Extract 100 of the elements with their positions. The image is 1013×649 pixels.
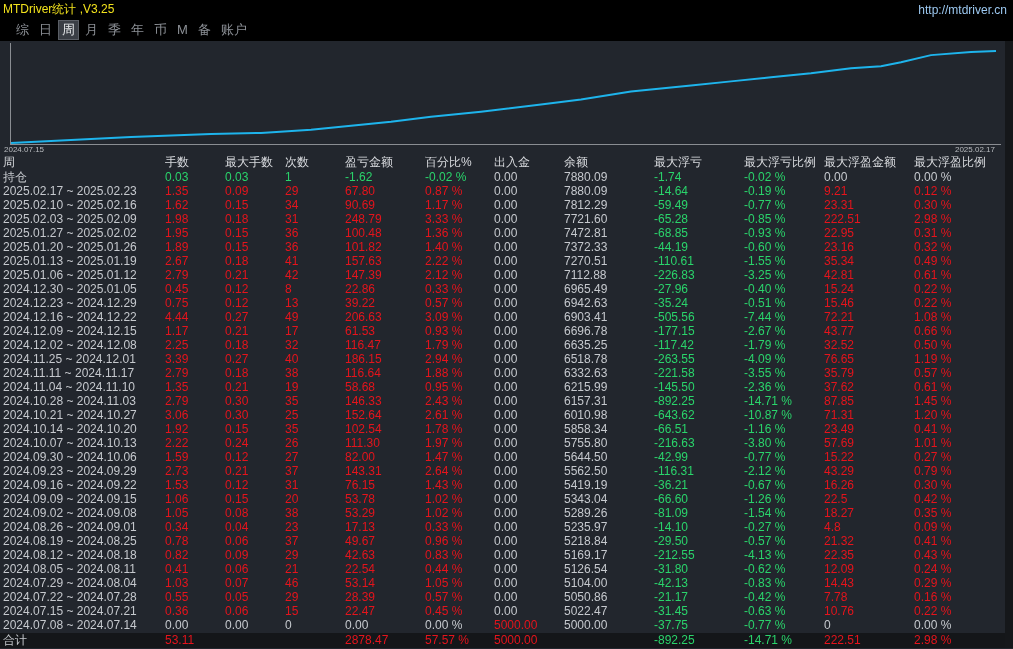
table-cell-text: 1.92	[165, 422, 190, 436]
table-cell-text: -1.26 %	[744, 492, 787, 506]
table-cell-text: -117.42	[654, 338, 695, 352]
table-cell-text: 2.98 %	[914, 212, 953, 226]
table-cell-text: -177.15	[654, 324, 696, 338]
table-cell-text: 0.00	[494, 436, 519, 450]
table-cell-text: 0.00	[494, 310, 519, 324]
row-label: 2024.08.26 ~ 2024.09.01	[3, 520, 138, 534]
table-cell-text: 29	[285, 184, 300, 198]
table-cell-text: 0.00	[494, 282, 519, 296]
table-cell-text: -0.62 %	[744, 562, 787, 576]
table-cell-text: 0.78	[165, 534, 190, 548]
table-cell-text: 26	[285, 436, 300, 450]
table-cell-text: -0.77 %	[744, 618, 787, 632]
period-tab[interactable]: 月	[81, 20, 102, 40]
table-cell-text: -0.42 %	[744, 590, 787, 604]
table-cell-text: -66.60	[654, 492, 690, 506]
table-cell-text: 23.16	[824, 240, 856, 254]
period-tab[interactable]: 季	[104, 20, 125, 40]
table-cell-text: -14.10	[654, 520, 690, 534]
table-cell-text: 13	[285, 296, 300, 310]
period-tab[interactable]: 日	[35, 20, 56, 40]
table-cell-text: -35.24	[654, 296, 690, 310]
table-cell-text: 1.79 %	[425, 338, 464, 352]
table-cell-text: 0.21	[225, 324, 250, 338]
table-cell-text: 0.09 %	[914, 520, 953, 534]
row-label: 2024.10.07 ~ 2024.10.13	[3, 436, 138, 450]
table-cell-text: 31	[285, 478, 300, 492]
table-cell-text: 9.21	[824, 184, 849, 198]
table-cell-text: 2.64 %	[425, 464, 464, 478]
table-cell-text: 0.36	[165, 604, 190, 618]
table-cell-text: -10.87 %	[744, 408, 794, 422]
table-cell-text: -0.51 %	[744, 296, 787, 310]
table-cell-text: 0.83 %	[425, 548, 464, 562]
table-cell-text: -505.56	[654, 310, 696, 324]
table-cell-text: 0.29 %	[914, 576, 953, 590]
table-cell-text: 0.09	[225, 548, 250, 562]
table-cell-text: 0.00	[494, 394, 519, 408]
table-cell-text: 0.57 %	[425, 590, 464, 604]
table-cell-text: 0.00	[494, 520, 519, 534]
table-cell-text: -2.12 %	[744, 464, 787, 478]
table-cell-text: 57.69	[824, 436, 856, 450]
table-cell-text: 76.15	[345, 478, 377, 492]
table-cell-text: 16.26	[824, 478, 856, 492]
table-cell-text: 0.21	[225, 380, 250, 394]
table-cell-text: 0.00	[494, 548, 519, 562]
table-cell-text: 0.61 %	[914, 380, 953, 394]
table-cell-text: 6518.78	[564, 352, 609, 366]
row-label: 2024.07.08 ~ 2024.07.14	[3, 618, 138, 632]
table-cell-text: 0.00	[494, 478, 519, 492]
table-cell-text: 5000.00	[564, 618, 609, 632]
table-cell-text: 0.18	[225, 338, 250, 352]
row-label: 2024.11.04 ~ 2024.11.10	[3, 380, 136, 394]
table-cell-text: 2.61 %	[425, 408, 464, 422]
table-cell-text: -14.71 %	[744, 633, 794, 648]
table-cell-text: -892.25	[654, 633, 696, 648]
table-cell-text: 5169.17	[564, 548, 609, 562]
table-cell-text: 2.79	[165, 366, 190, 380]
table-cell-text: 0.00 %	[914, 618, 953, 632]
table-cell-text: 71.31	[824, 408, 856, 422]
table-cell-text: -3.55 %	[744, 366, 787, 380]
table-cell-text: 22.95	[824, 226, 856, 240]
table-cell-text: 0.12	[225, 478, 250, 492]
period-tab[interactable]: 币	[150, 20, 171, 40]
period-tab[interactable]: 年	[127, 20, 148, 40]
table-cell-text: 1	[285, 170, 293, 184]
table-cell-text: -7.44 %	[744, 310, 787, 324]
row-label: 2024.09.23 ~ 2024.09.29	[3, 464, 138, 478]
table-cell-text: 1.35	[165, 380, 190, 394]
table-cell-text: 8	[285, 282, 293, 296]
period-tab[interactable]: M	[173, 20, 192, 40]
table-cell-text: 2.22 %	[425, 254, 464, 268]
table-cell-text: 0.09	[225, 184, 250, 198]
column-header: 余额	[564, 155, 589, 170]
period-tab[interactable]: 备	[193, 20, 215, 40]
table-cell-text: 0.41 %	[914, 422, 953, 436]
table-cell-text: -14.64	[654, 184, 690, 198]
period-tab[interactable]: 周	[58, 20, 79, 40]
period-tab[interactable]: 综	[12, 20, 33, 40]
table-cell-text: -221.58	[654, 366, 696, 380]
table-cell-text: -212.55	[654, 548, 696, 562]
table-cell-text: 46	[285, 576, 300, 590]
table-cell-text: 82.00	[345, 450, 377, 464]
period-tab[interactable]: 账户	[216, 20, 251, 40]
table-cell-text: 0.22 %	[914, 282, 953, 296]
table-cell-text: 1.89	[165, 240, 190, 254]
website-link[interactable]: http://mtdriver.cn	[918, 2, 1007, 17]
axis-label: 2024.07.15	[4, 145, 45, 155]
column-header: 最大浮亏	[654, 155, 703, 170]
table-cell-text: 0.93 %	[425, 324, 464, 338]
table-cell-text: 1.05	[165, 506, 190, 520]
table-cell-text: 147.39	[345, 268, 383, 282]
table-cell-text: 0.00	[494, 366, 519, 380]
table-cell-text: -66.51	[654, 422, 690, 436]
table-cell-text: 49.67	[345, 534, 377, 548]
table-cell-text: 0.15	[225, 226, 250, 240]
table-cell-text: 0.34	[165, 520, 190, 534]
table-cell-text: 72.21	[824, 310, 856, 324]
table-cell-text: 0.30 %	[914, 478, 953, 492]
table-cell-text: 23.31	[824, 198, 856, 212]
